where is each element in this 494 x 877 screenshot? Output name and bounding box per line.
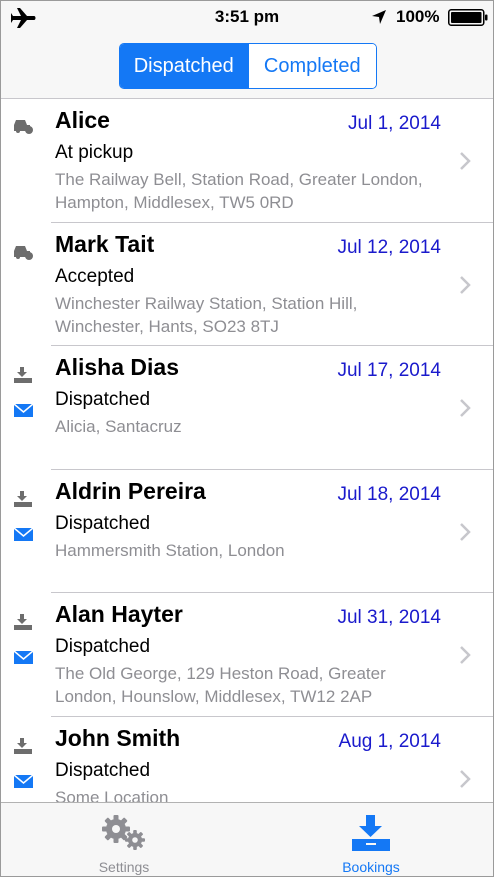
booking-name: Alan Hayter — [55, 601, 183, 627]
booking-status: Accepted — [55, 265, 135, 287]
dispatch-icon — [14, 737, 32, 754]
dispatch-icon — [14, 367, 32, 383]
bookings-tray-icon — [352, 815, 390, 851]
booking-row[interactable]: Alan Hayter Jul 31, 2014 Dispatched The … — [1, 593, 493, 717]
tab-bar: Settings Bookings — [1, 802, 493, 876]
booking-row[interactable]: Alice Jul 1, 2014 At pickup The Railway … — [1, 99, 493, 223]
app-screen: 3:51 pm 100% Dispatched Completed Alice … — [0, 0, 494, 877]
booking-date: Aug 1, 2014 — [338, 730, 441, 752]
location-arrow-icon — [372, 10, 386, 24]
booking-address: Some Location — [55, 787, 169, 803]
booking-address: The Railway Bell, Station Road, Greater … — [55, 170, 423, 212]
chevron-right-icon — [460, 646, 471, 664]
tab-label: Settings — [98, 859, 150, 875]
booking-address: Winchester Railway Station, Station Hill… — [55, 293, 358, 336]
nav-bar: Dispatched Completed — [1, 35, 493, 99]
booking-name: Alisha Dias — [55, 354, 179, 380]
booking-date: Jul 17, 2014 — [337, 360, 441, 381]
chevron-right-icon — [460, 399, 471, 417]
mail-icon — [13, 526, 34, 541]
booking-name: Aldrin Pereira — [55, 477, 206, 504]
booking-date: Jul 1, 2014 — [348, 113, 441, 134]
booking-status: Dispatched — [55, 389, 151, 410]
chevron-right-icon — [460, 769, 471, 788]
booking-row[interactable]: Alisha Dias Jul 17, 2014 Dispatched Alic… — [1, 346, 493, 470]
battery-percentage: 100% — [396, 7, 440, 26]
tab-bookings[interactable]: Bookings — [301, 803, 441, 876]
booking-name: John Smith — [55, 724, 181, 751]
mail-icon — [13, 650, 34, 664]
dispatch-icon — [14, 614, 32, 630]
mail-icon — [13, 403, 34, 417]
booking-status: Dispatched — [55, 512, 151, 534]
booking-row[interactable]: Aldrin Pereira Jul 18, 2014 Dispatched H… — [1, 470, 493, 594]
booking-status: At pickup — [55, 142, 134, 163]
booking-date: Jul 12, 2014 — [337, 236, 441, 258]
tab-label: Bookings — [342, 859, 400, 875]
segment-dispatched[interactable]: Dispatched — [120, 44, 248, 88]
chevron-right-icon — [460, 152, 471, 170]
tab-settings[interactable]: Settings — [54, 803, 194, 876]
booking-date: Jul 18, 2014 — [337, 483, 441, 505]
segment-completed[interactable]: Completed — [247, 44, 376, 88]
booking-address: Hammersmith Station, London — [55, 540, 285, 560]
gears-icon — [102, 815, 145, 850]
mail-icon — [13, 773, 34, 788]
dispatch-icon — [14, 490, 32, 507]
chevron-right-icon — [460, 522, 471, 541]
booking-name: Mark Tait — [55, 230, 155, 257]
booking-address: The Old George, 129 Heston Road, Greater… — [55, 664, 386, 706]
booking-status: Dispatched — [55, 759, 151, 781]
booking-row[interactable]: John Smith Aug 1, 2014 Dispatched Some L… — [1, 717, 493, 803]
booking-address: Alicia, Santacruz — [55, 417, 182, 436]
battery-icon — [448, 9, 488, 26]
booking-status: Dispatched — [55, 636, 151, 657]
status-bar: 3:51 pm 100% — [1, 1, 493, 35]
booking-date: Jul 31, 2014 — [337, 607, 441, 628]
car-icon — [14, 120, 33, 134]
chevron-right-icon — [460, 275, 471, 294]
booking-row[interactable]: Mark Tait Jul 12, 2014 Accepted Winchest… — [1, 223, 493, 347]
booking-name: Alice — [55, 107, 110, 133]
bookings-list: Alice Jul 1, 2014 At pickup The Railway … — [1, 99, 493, 802]
status-segmented-control: Dispatched Completed — [119, 43, 377, 89]
car-icon — [14, 245, 33, 260]
